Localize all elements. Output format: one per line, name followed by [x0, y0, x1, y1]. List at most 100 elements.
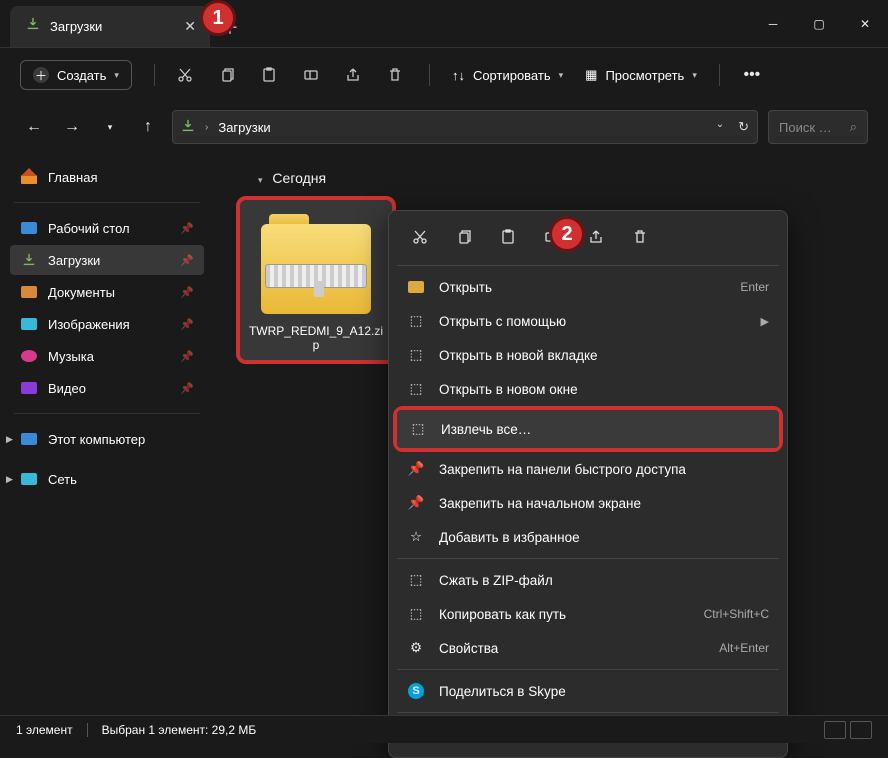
file-name: TWRP_REDMI_9_A12.zip [248, 324, 384, 352]
view-icons-button[interactable] [850, 721, 872, 739]
sidebar-item-label: Главная [48, 170, 97, 185]
new-window-icon: ⬚ [407, 380, 425, 398]
ctx-copy-path[interactable]: ⬚ Копировать как путь Ctrl+Shift+C [395, 597, 781, 631]
plus-icon: ＋ [33, 67, 49, 83]
ctx-properties[interactable]: ⚙ Свойства Alt+Enter [395, 631, 781, 665]
network-icon [20, 471, 38, 487]
open-with-icon: ⬚ [407, 312, 425, 330]
up-button[interactable]: ↑ [134, 118, 162, 136]
tab-downloads[interactable]: Загрузки ✕ [10, 6, 210, 47]
annotation-badge-2: 2 [549, 216, 585, 252]
sidebar-item-network[interactable]: ▶ Сеть [10, 464, 204, 494]
ctx-open-new-tab[interactable]: ⬚ Открыть в новой вкладке [395, 338, 781, 372]
view-label: Просмотреть [605, 68, 684, 83]
copy-icon[interactable] [219, 67, 239, 83]
sidebar-item-videos[interactable]: Видео 📌 [10, 373, 204, 403]
separator [719, 64, 720, 86]
chevron-down-icon[interactable]: ⌄ [716, 119, 724, 135]
ctx-copy-button[interactable] [445, 221, 483, 253]
back-button[interactable]: ← [20, 118, 48, 136]
ctx-delete-button[interactable] [621, 221, 659, 253]
ctx-open-with[interactable]: ⬚ Открыть с помощью ▶ [395, 304, 781, 338]
ctx-open-new-window[interactable]: ⬚ Открыть в новом окне [395, 372, 781, 406]
ctx-extract-all[interactable]: ⬚ Извлечь все… [397, 410, 779, 448]
ctx-open[interactable]: Открыть Enter [395, 270, 781, 304]
ctx-compress[interactable]: ⬚ Сжать в ZIP-файл [395, 563, 781, 597]
view-details-button[interactable] [824, 721, 846, 739]
search-placeholder: Поиск … [779, 120, 832, 135]
maximize-button[interactable]: ▢ [796, 0, 842, 47]
paste-icon[interactable] [261, 67, 281, 83]
ctx-cut-button[interactable] [401, 221, 439, 253]
sort-button[interactable]: ↑↓ Сортировать ▾ [452, 68, 563, 83]
ctx-add-favorite[interactable]: ☆ Добавить в избранное [395, 520, 781, 554]
menu-label: Добавить в избранное [439, 530, 580, 545]
share-icon[interactable] [345, 67, 365, 83]
sidebar-item-pictures[interactable]: Изображения 📌 [10, 309, 204, 339]
menu-shortcut: Enter [740, 280, 769, 294]
menu-label: Открыть с помощью [439, 314, 566, 329]
chevron-down-icon: ▾ [559, 70, 564, 81]
address-bar[interactable]: › Загрузки ⌄ ↻ [172, 110, 758, 144]
ctx-paste-button[interactable] [489, 221, 527, 253]
menu-shortcut: Alt+Enter [719, 641, 769, 655]
chevron-right-icon: ▶ [761, 315, 769, 328]
home-icon [20, 169, 38, 185]
menu-label: Свойства [439, 641, 498, 656]
star-icon: ☆ [407, 528, 425, 546]
more-icon[interactable]: ••• [742, 66, 762, 84]
ctx-pin-quick[interactable]: 📌 Закрепить на панели быстрого доступа [395, 452, 781, 486]
close-window-button[interactable]: ✕ [842, 0, 888, 47]
recent-button[interactable]: ▾ [96, 122, 124, 133]
address-segment[interactable]: Загрузки [218, 120, 270, 135]
cut-icon[interactable] [177, 67, 197, 83]
new-button[interactable]: ＋ Создать ▾ [20, 60, 132, 90]
delete-icon[interactable] [387, 67, 407, 83]
minimize-button[interactable]: ─ [750, 0, 796, 47]
pin-icon: 📌 [180, 318, 194, 331]
separator [14, 202, 200, 203]
sidebar-item-music[interactable]: Музыка 📌 [10, 341, 204, 371]
chevron-right-icon[interactable]: ▶ [6, 434, 13, 445]
sort-icon: ↑↓ [452, 68, 465, 83]
sidebar-item-documents[interactable]: Документы 📌 [10, 277, 204, 307]
sidebar-item-label: Видео [48, 381, 86, 396]
rename-icon[interactable] [303, 67, 323, 83]
documents-icon [20, 284, 38, 300]
ctx-pin-start[interactable]: 📌 Закрепить на начальном экране [395, 486, 781, 520]
group-header[interactable]: ▾ Сегодня [258, 170, 868, 186]
new-tab-icon: ⬚ [407, 346, 425, 364]
search-input[interactable]: Поиск … ⌕ [768, 110, 868, 144]
forward-button[interactable]: → [58, 118, 86, 136]
sidebar-item-label: Сеть [48, 472, 77, 487]
sidebar-item-desktop[interactable]: Рабочий стол 📌 [10, 213, 204, 243]
zip-file-icon [261, 214, 371, 314]
folder-icon [407, 278, 425, 296]
menu-label: Поделиться в Skype [439, 684, 566, 699]
chevron-down-icon: ▾ [258, 175, 263, 185]
new-button-label: Создать [57, 68, 106, 83]
statusbar: 1 элемент Выбран 1 элемент: 29,2 МБ [0, 715, 888, 743]
pin-icon: 📌 [180, 254, 194, 267]
sidebar-item-label: Загрузки [48, 253, 100, 268]
sidebar-item-this-pc[interactable]: ▶ Этот компьютер [10, 424, 204, 454]
sidebar-item-label: Рабочий стол [48, 221, 130, 236]
pin-start-icon: 📌 [407, 494, 425, 512]
pin-icon: 📌 [180, 286, 194, 299]
status-selection: Выбран 1 элемент: 29,2 МБ [102, 723, 257, 737]
status-count: 1 элемент [16, 723, 73, 737]
chevron-right-icon[interactable]: ▶ [6, 474, 13, 485]
view-button[interactable]: ▦ Просмотреть ▾ [585, 67, 697, 83]
separator [154, 64, 155, 86]
ctx-skype-share[interactable]: S Поделиться в Skype [395, 674, 781, 708]
refresh-icon[interactable]: ↻ [738, 119, 749, 135]
navrow: ← → ▾ ↑ › Загрузки ⌄ ↻ Поиск … ⌕ [0, 102, 888, 152]
sidebar-item-downloads[interactable]: Загрузки 📌 [10, 245, 204, 275]
menu-label: Сжать в ZIP-файл [439, 573, 553, 588]
menu-label: Открыть в новой вкладке [439, 348, 598, 363]
zip-icon: ⬚ [407, 571, 425, 589]
file-item[interactable]: TWRP_REDMI_9_A12.zip [236, 196, 396, 364]
separator [429, 64, 430, 86]
sidebar-item-home[interactable]: Главная [10, 162, 204, 192]
close-icon[interactable]: ✕ [184, 18, 196, 35]
